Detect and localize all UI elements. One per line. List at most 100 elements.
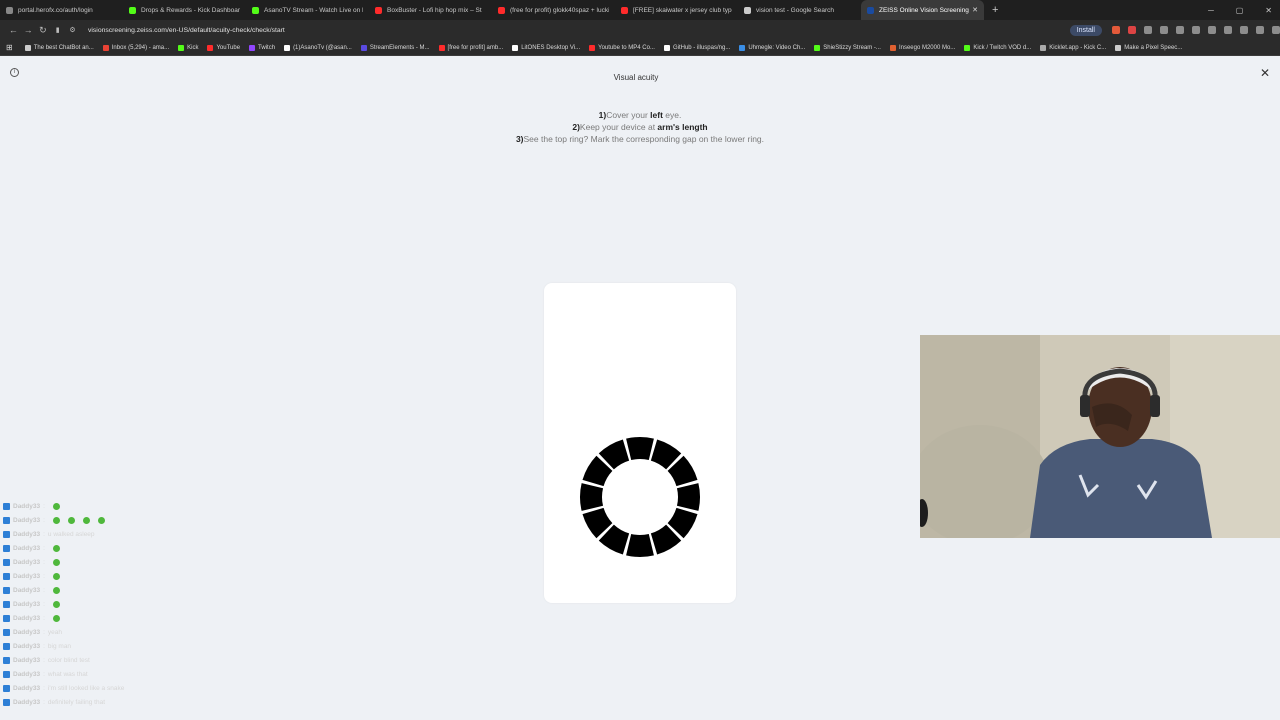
minimize-icon[interactable]: ─ [1208, 6, 1214, 15]
bookmark-favicon-icon [739, 44, 746, 51]
chat-text: definitely failing that [47, 698, 106, 706]
ring-segment[interactable] [676, 483, 700, 511]
extension-icon[interactable] [1127, 26, 1136, 34]
chat-text: yeah [47, 628, 63, 636]
bookmark-item[interactable]: Twitch [249, 44, 275, 51]
bookmark-item[interactable]: GitHub - illuspas/ng... [663, 44, 730, 51]
bookmark-star-icon[interactable]: ▮ [50, 26, 65, 34]
chat-badge-icon [3, 544, 10, 552]
chat-emote-icon [52, 516, 60, 524]
extension-icon[interactable] [1191, 26, 1200, 34]
ring-segment[interactable] [580, 483, 604, 511]
bookmark-favicon-icon [814, 44, 821, 51]
tab-title: [FREE] skaiwater x jersey club type be [633, 6, 732, 14]
bookmark-item[interactable]: The best ChatBot an... [24, 44, 94, 51]
extension-icon[interactable] [1111, 26, 1120, 34]
chat-text: big man [47, 642, 72, 650]
tab-favicon-icon [867, 6, 874, 14]
bookmark-item[interactable]: StreamElements - M... [360, 44, 430, 51]
chat-text: color blind test [47, 656, 90, 664]
url-field[interactable]: ⚙ visionscreening.zeiss.com/en-US/defaul… [65, 22, 980, 38]
bookmark-favicon-icon [284, 44, 291, 51]
bookmark-favicon-icon [24, 44, 31, 51]
instruction-emphasis: left [650, 110, 663, 120]
close-icon[interactable]: ✕ [1260, 66, 1270, 80]
bookmark-item[interactable]: [free for profit] amb... [438, 44, 503, 51]
bookmark-item[interactable]: Kick / Twitch VOD d... [964, 44, 1031, 51]
chat-separator: : [43, 502, 45, 510]
tab[interactable]: vision test - Google Search [738, 0, 861, 20]
address-bar: ← → ↻ ▮ ⚙ visionscreening.zeiss.com/en-U… [0, 20, 1280, 40]
chat-emote-icon [52, 502, 60, 510]
tab-close-icon[interactable]: ✕ [972, 6, 978, 14]
site-info-icon[interactable]: ⚙ [65, 26, 80, 34]
menu-icon[interactable] [1271, 26, 1280, 34]
chat-separator: : [43, 628, 45, 636]
chat-separator: : [43, 684, 45, 692]
chat-badge-icon [3, 572, 10, 580]
chat-badge-icon [3, 670, 10, 678]
bookmark-item[interactable]: Make a Pixel Speec... [1115, 44, 1182, 51]
chat-badge-icon [3, 628, 10, 636]
chat-message: Daddy33: color blind test [0, 653, 200, 667]
bookmark-label: ShieStizzy Stream -... [823, 44, 881, 51]
tab-title: ZEISS Online Vision Screening [879, 6, 969, 14]
chat-message: Daddy33: definitely failing that [0, 695, 200, 709]
landolt-ring[interactable] [578, 435, 702, 559]
tab[interactable]: AsanoTV Stream - Watch Live on Kick [246, 0, 369, 20]
ring-segment[interactable] [626, 533, 654, 557]
tab[interactable]: [FREE] skaiwater x jersey club type be [615, 0, 738, 20]
forward-icon[interactable]: → [21, 25, 36, 35]
tab[interactable]: portal.herofx.co/auth/login [0, 0, 123, 20]
ring-segment[interactable] [626, 437, 654, 461]
instruction-text: Cover your [606, 110, 651, 120]
bookmark-item[interactable]: Uhmegle: Video Ch... [739, 44, 805, 51]
bookmark-favicon-icon [249, 44, 256, 51]
back-icon[interactable]: ← [6, 25, 21, 35]
tab-title: BoxBuster - Lofi hip hop mix – St [387, 6, 482, 14]
extension-icon[interactable] [1207, 26, 1216, 34]
window-close-icon[interactable]: ✕ [1265, 6, 1272, 15]
new-tab-button[interactable]: + [992, 4, 998, 16]
chat-badge-icon [3, 698, 10, 706]
tab[interactable]: BoxBuster - Lofi hip hop mix – St [369, 0, 492, 20]
bookmark-favicon-icon [1040, 44, 1047, 51]
bookmark-label: The best ChatBot an... [33, 44, 94, 51]
instruction-text: eye. [662, 110, 682, 120]
bookmark-label: Youtube to MP4 Co... [598, 44, 655, 51]
tab[interactable]: Drops & Rewards - Kick Dashboard [123, 0, 246, 20]
chat-separator: : [43, 572, 45, 580]
bookmark-item[interactable]: YouTube [207, 44, 240, 51]
extension-icon[interactable] [1239, 26, 1248, 34]
bookmark-item[interactable]: Kicklet.app - Kick C... [1040, 44, 1106, 51]
chat-separator: : [43, 600, 45, 608]
extension-icon[interactable] [1223, 26, 1232, 34]
chat-text: what was that [47, 670, 88, 678]
tab-favicon-icon [6, 6, 13, 14]
bookmark-item[interactable]: LitONES Desktop Vi... [512, 44, 580, 51]
chat-message: Daddy33: i'm still looked like a snake [0, 681, 200, 695]
bookmark-item[interactable]: Youtube to MP4 Co... [589, 44, 655, 51]
chat-separator: : [43, 544, 45, 552]
maximize-icon[interactable]: ▢ [1236, 6, 1244, 15]
bookmark-item[interactable]: Inbox (5,294) - ama... [102, 44, 169, 51]
tab[interactable]: (free for profit) glokk40spaz + lucki [492, 0, 615, 20]
apps-icon[interactable]: ⊞ [6, 43, 13, 52]
bookmark-item[interactable]: ShieStizzy Stream -... [814, 44, 881, 51]
bookmark-item[interactable]: Inseego M2000 Mo... [889, 44, 955, 51]
extension-icon[interactable] [1143, 26, 1152, 34]
reload-icon[interactable]: ↻ [36, 25, 51, 36]
chat-badge-icon [3, 684, 10, 692]
bookmark-item[interactable]: (1)AsanoTv (@asan... [284, 44, 352, 51]
install-button[interactable]: Install [1069, 24, 1102, 36]
extension-icon[interactable] [1159, 26, 1168, 34]
extension-icon[interactable] [1255, 26, 1264, 34]
chat-username: Daddy33 [13, 600, 41, 608]
window-controls: ─ ▢ ✕ [1208, 0, 1272, 20]
bookmark-item[interactable]: Kick [178, 44, 198, 51]
tab-strip: portal.herofx.co/auth/login Drops & Rewar… [0, 0, 1280, 20]
extension-icon[interactable] [1175, 26, 1184, 34]
instruction-line: 1)Cover your left eye. [0, 109, 1280, 121]
chat-badge-icon [3, 614, 10, 622]
tab[interactable]: ZEISS Online Vision Screening ✕ [861, 0, 984, 20]
